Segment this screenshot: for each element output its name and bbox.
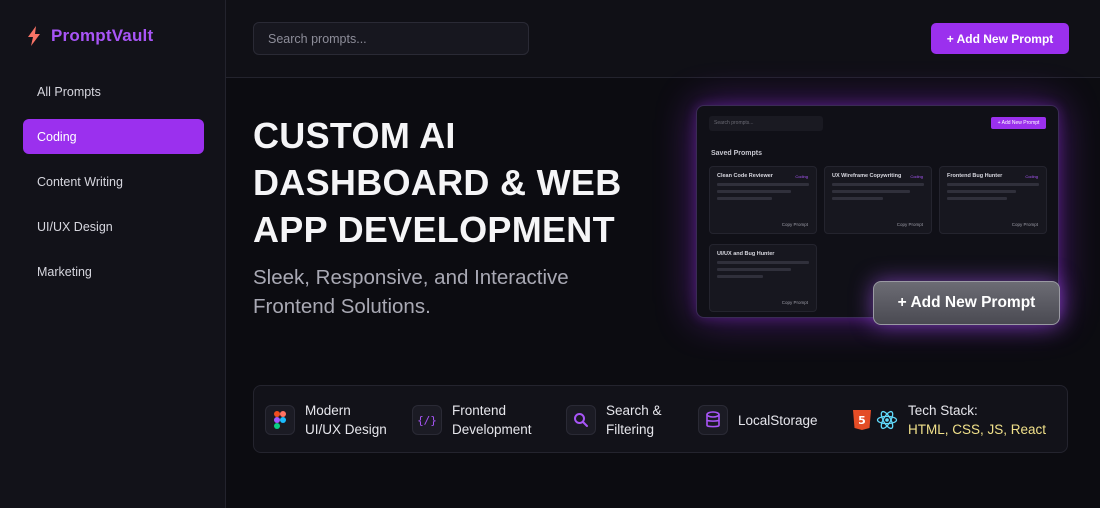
feature-line-highlight: HTML, CSS, JS, React [908,422,1047,437]
lightning-icon [28,26,40,46]
preview-card-line [717,183,809,186]
hero: CUSTOM AI DASHBOARD & WEB APP DEVELOPMEN… [253,112,673,321]
hero-subtitle: Sleek, Responsive, and Interactive Front… [253,263,673,321]
preview-card-line [832,197,883,200]
search-input[interactable] [253,22,529,55]
preview-card-copy: Copy Prompt [781,300,808,305]
preview-card-copy: Copy Prompt [1011,222,1038,227]
preview-card-line [717,261,809,264]
feature-line: Modern [305,403,351,418]
preview-card: Frontend Bug Hunter Coding Copy Prompt [939,166,1047,234]
hero-subtitle-line: Sleek, Responsive, and Interactive [253,266,569,289]
react-icon [876,410,898,430]
preview-card-line [832,190,911,193]
preview-card: UI/UX and Bug Hunter Copy Prompt [709,244,817,312]
feature-label: Tech Stack: HTML, CSS, JS, React [908,401,1046,439]
feature-tech-stack: 5 Tech Stack: HTML, CSS, JS, React [852,386,1046,454]
preview-card-title: UI/UX and Bug Hunter [717,251,775,257]
brand-name: PromptVault [51,26,154,45]
feature-modern-uiux: Modern UI/UX Design [265,386,387,454]
feature-line: Search & [606,403,662,418]
preview-card-line [947,197,1007,200]
feature-line: Development [452,422,532,437]
sidebar-item-marketing[interactable]: Marketing [23,254,204,289]
preview-card-line [717,275,763,278]
feature-line: Filtering [606,422,655,437]
feature-label: Search & Filtering [606,401,662,439]
preview-card-tag: Coding [1025,174,1038,179]
feature-search-filtering: Search & Filtering [566,386,662,454]
preview-add-new-prompt-button[interactable]: + Add New Prompt [873,281,1060,325]
feature-localstorage: LocalStorage [698,386,818,454]
app-root: PromptVault All Prompts Coding Content W… [0,0,1100,508]
figma-icon [265,405,295,435]
preview-card-line [832,183,924,186]
preview-card-line [717,268,791,271]
preview-card-line [947,183,1039,186]
preview-heading: Saved Prompts [711,150,762,157]
preview-card-line [717,197,773,200]
hero-title-line: APP DEVELOPMENT [253,209,615,250]
preview-add-button: + Add New Prompt [991,117,1046,129]
hero-title: CUSTOM AI DASHBOARD & WEB APP DEVELOPMEN… [253,112,673,253]
preview-card-copy: Copy Prompt [781,222,808,227]
category-nav: All Prompts Coding Content Writing UI/UX… [23,74,204,289]
preview-card-tag: Coding [910,174,923,179]
sidebar-item-all-prompts[interactable]: All Prompts [23,74,204,109]
preview-card-tag: Coding [795,174,808,179]
search-icon [566,405,596,435]
feature-label: Modern UI/UX Design [305,401,387,439]
feature-label: LocalStorage [738,411,818,430]
brand[interactable]: PromptVault [27,22,204,50]
svg-text:{/}: {/} [418,414,436,427]
preview-search: Search prompts... [709,116,823,131]
feature-line: UI/UX Design [305,422,387,437]
hero-title-line: CUSTOM AI [253,115,456,156]
feature-label: Frontend Development [452,401,532,439]
hero-title-line: DASHBOARD & WEB [253,162,622,203]
hero-subtitle-line: Frontend Solutions. [253,295,431,318]
svg-text:5: 5 [858,414,866,427]
preview-card: UX Wireframe Copywriting Coding Copy Pro… [824,166,932,234]
preview-card-line [717,190,791,193]
topbar: + Add New Prompt [226,0,1100,78]
feature-line: Tech Stack: [908,403,978,418]
html5-icon: 5 [853,410,871,430]
features-bar: Modern UI/UX Design {/} Frontend Develop… [253,385,1068,453]
html5-react-icon: 5 [852,409,898,431]
database-icon [698,405,728,435]
sidebar-item-content-writing[interactable]: Content Writing [23,164,204,199]
feature-line: Frontend [452,403,507,418]
feature-frontend-development: {/} Frontend Development [412,386,532,454]
sidebar-item-uiux-design[interactable]: UI/UX Design [23,209,204,244]
code-braces-icon: {/} [412,405,442,435]
preview-card-copy: Copy Prompt [896,222,923,227]
add-new-prompt-button[interactable]: + Add New Prompt [931,23,1069,54]
preview-card-line [947,190,1016,193]
main-content: + Add New Prompt CUSTOM AI DASHBOARD & W… [226,0,1100,508]
feature-line: LocalStorage [738,412,818,428]
app-preview-mockup: Search prompts... + Add New Prompt Saved… [696,105,1060,325]
sidebar-item-coding[interactable]: Coding [23,119,204,154]
preview-card: Clean Code Reviewer Coding Copy Prompt [709,166,817,234]
sidebar: PromptVault All Prompts Coding Content W… [0,0,226,508]
